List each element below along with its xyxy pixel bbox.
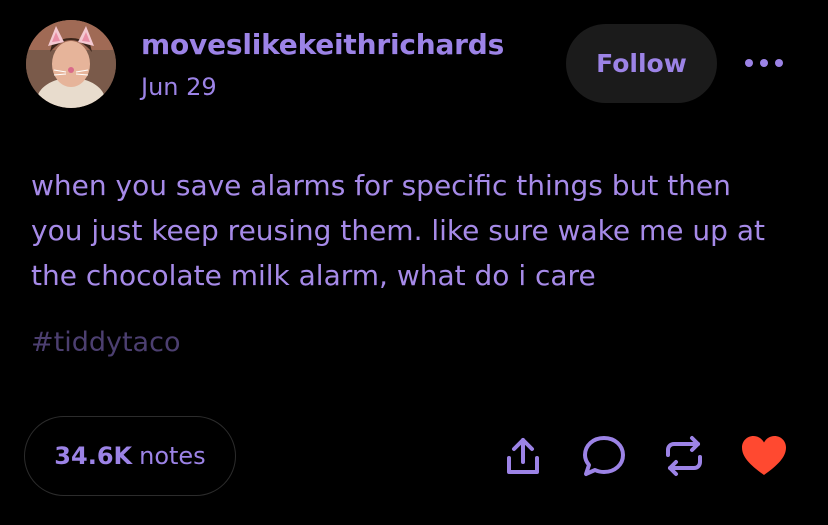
post-body-line: the chocolate milk alarm, what do i care: [31, 259, 596, 292]
like-button[interactable]: [738, 430, 790, 482]
notes-label: notes: [139, 442, 206, 470]
more-dots-icon: [745, 59, 783, 67]
more-options-button[interactable]: [740, 48, 788, 78]
follow-button[interactable]: Follow: [566, 24, 717, 103]
reblog-button[interactable]: [658, 430, 710, 482]
notes-button[interactable]: 34.6K notes: [24, 416, 236, 496]
heart-icon: [742, 436, 786, 475]
author-name[interactable]: moveslikekeithrichards: [141, 28, 504, 61]
post-date: Jun 29: [141, 73, 217, 101]
post-body-line: you just keep reusing them. like sure wa…: [31, 214, 765, 247]
avatar-image: [26, 20, 116, 108]
reblog-icon: [666, 436, 702, 476]
post-body: when you save alarms for specific things…: [31, 163, 811, 298]
post-tag[interactable]: #tiddytaco: [31, 327, 180, 358]
reply-bubble-icon: [583, 436, 625, 476]
notes-count: 34.6K: [54, 442, 133, 470]
post-card: moveslikekeithrichards Jun 29 Follow whe…: [0, 0, 828, 525]
share-icon: [507, 438, 539, 474]
post-body-line: when you save alarms for specific things…: [31, 169, 731, 202]
reply-button[interactable]: [578, 430, 630, 482]
share-button[interactable]: [497, 430, 549, 482]
avatar[interactable]: [26, 20, 116, 108]
